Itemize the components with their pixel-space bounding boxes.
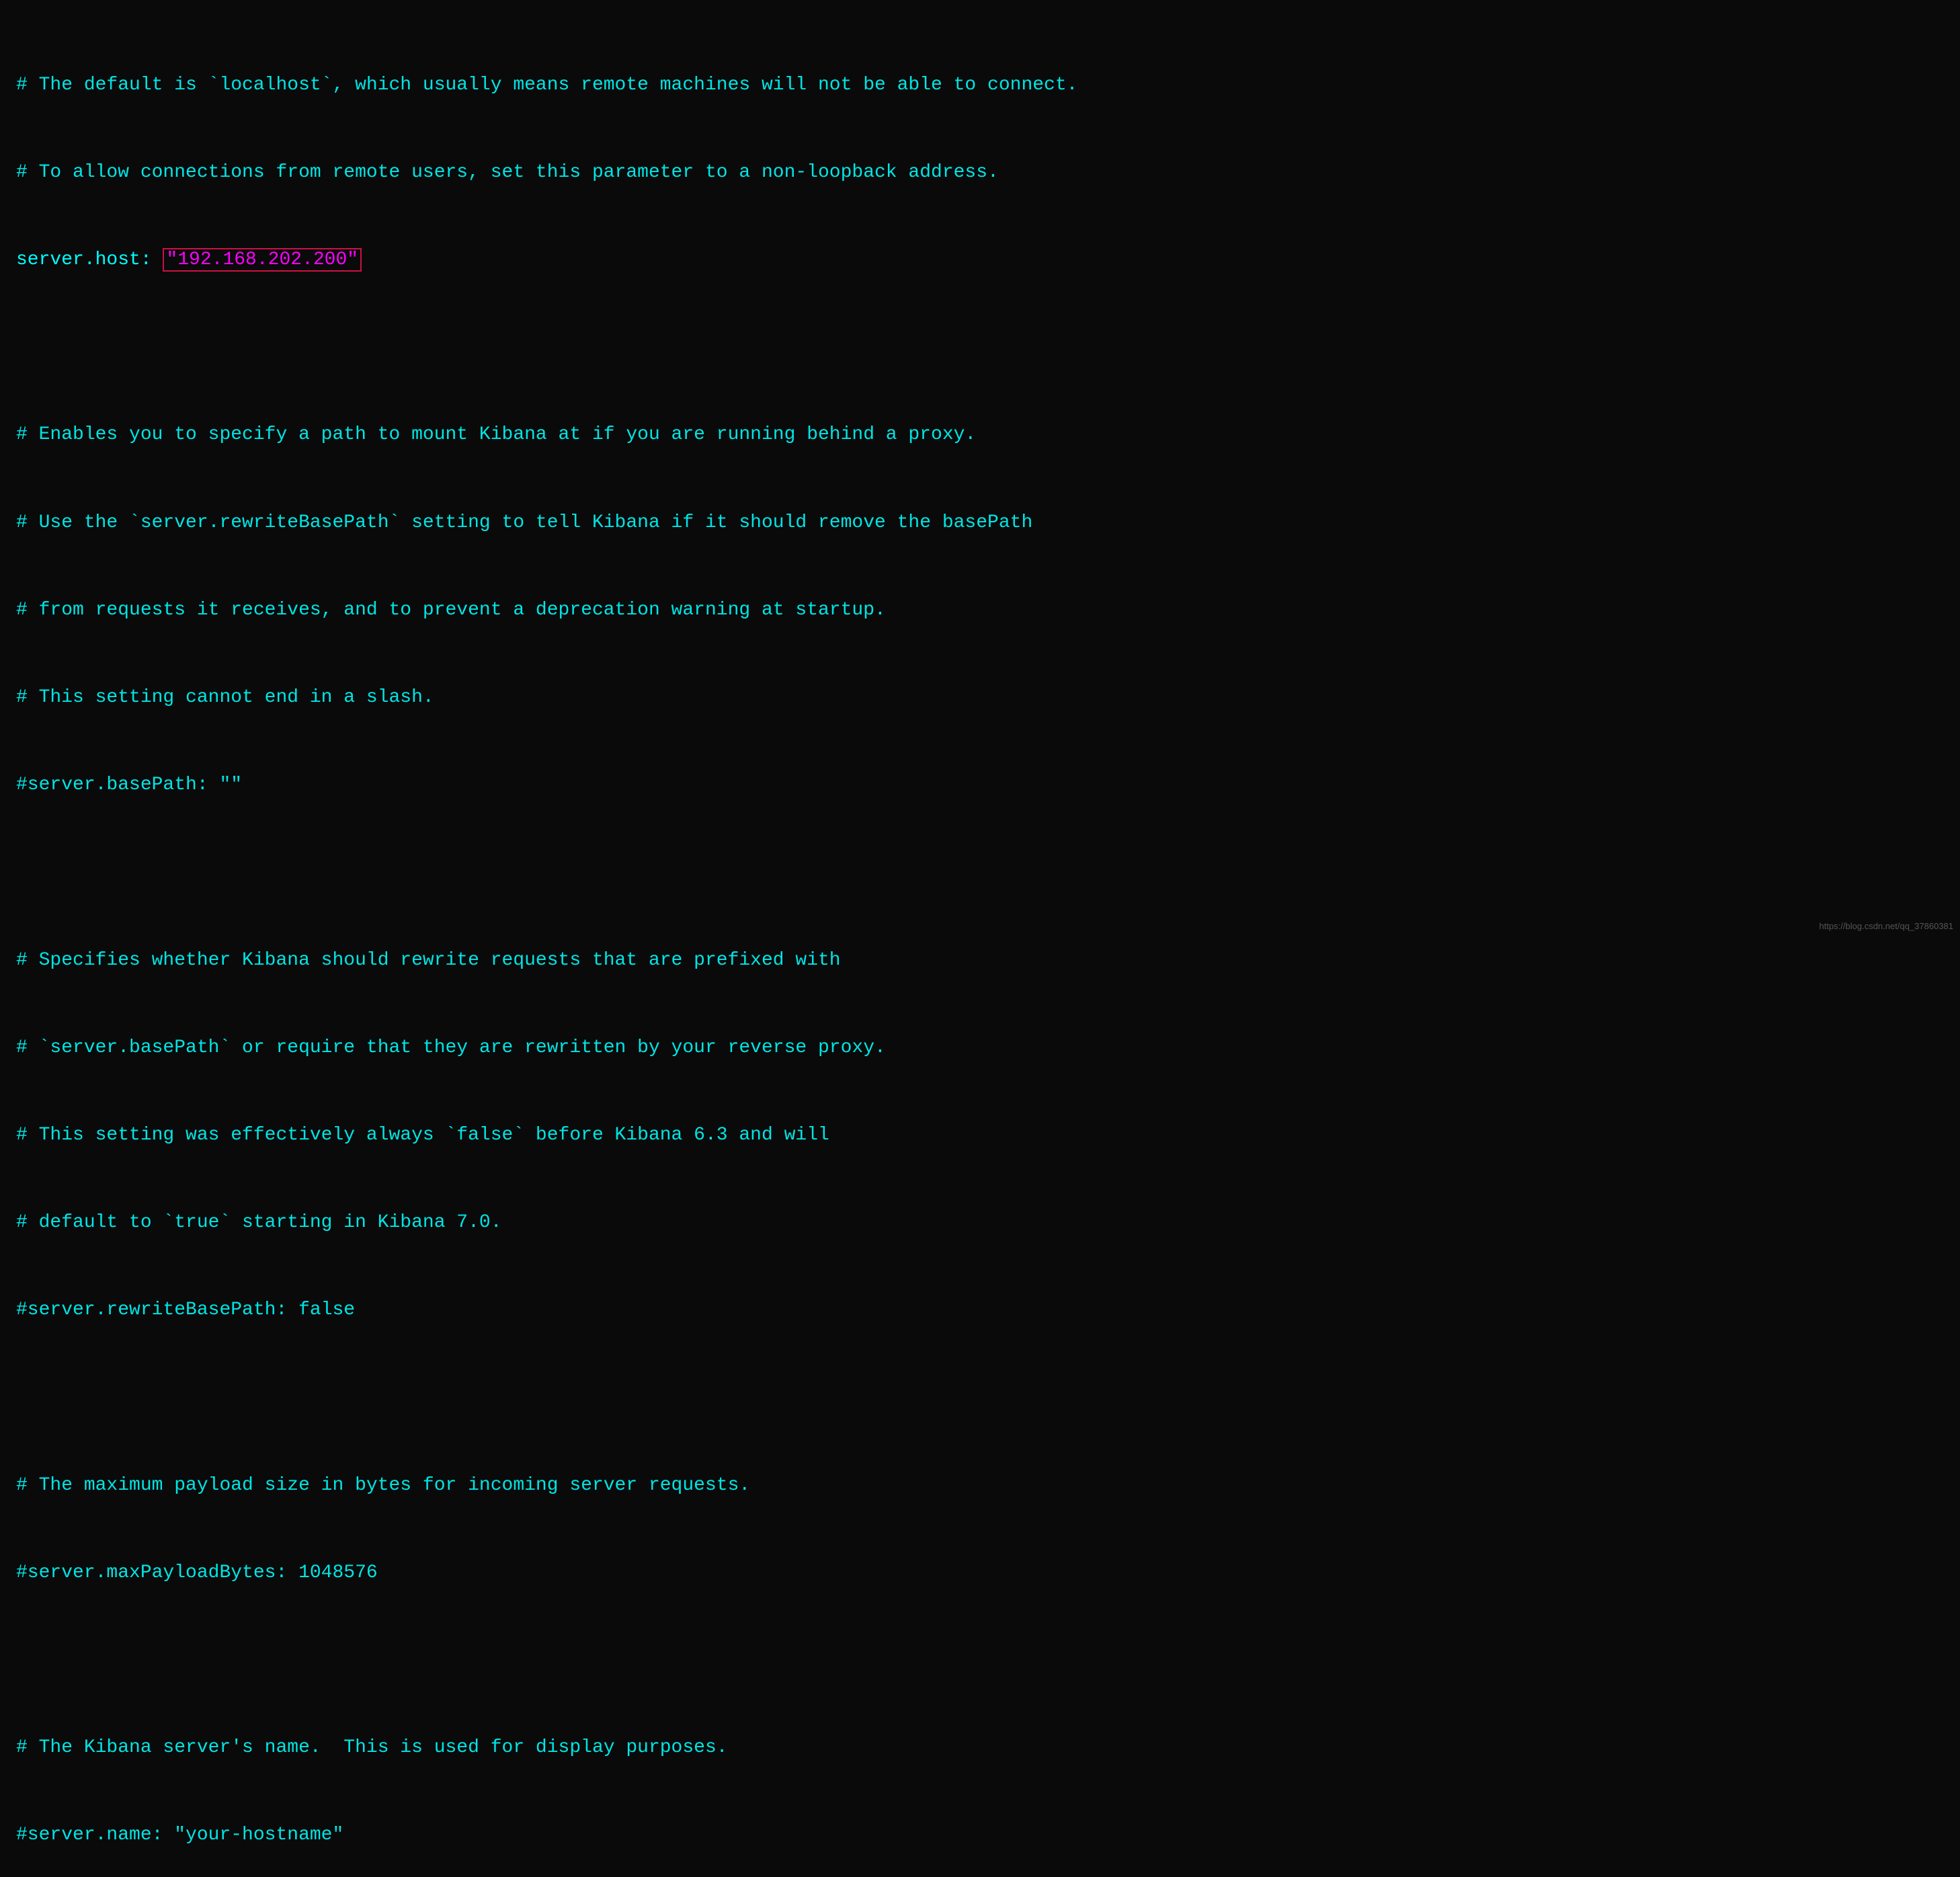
- line-20: # The Kibana server's name. This is used…: [16, 1733, 1944, 1762]
- line-3: server.host: "192.168.202.200": [16, 245, 1944, 274]
- server-host-key: server.host:: [16, 249, 163, 270]
- line-blank-3: [16, 1383, 1944, 1412]
- line-2: # To allow connections from remote users…: [16, 158, 1944, 187]
- line-13: # This setting was effectively always `f…: [16, 1121, 1944, 1150]
- line-9: #server.basePath: "": [16, 770, 1944, 799]
- code-editor: # The default is `localhost`, which usua…: [16, 12, 1944, 1877]
- line-blank-1: [16, 333, 1944, 362]
- line-15: #server.rewriteBasePath: false: [16, 1295, 1944, 1324]
- line-14: # default to `true` starting in Kibana 7…: [16, 1208, 1944, 1237]
- watermark: https://blog.csdn.net/qq_37860381: [1820, 920, 1954, 933]
- line-8: # This setting cannot end in a slash.: [16, 683, 1944, 712]
- line-5: # Enables you to specify a path to mount…: [16, 420, 1944, 449]
- line-1: # The default is `localhost`, which usua…: [16, 71, 1944, 99]
- line-17: # The maximum payload size in bytes for …: [16, 1471, 1944, 1500]
- line-7: # from requests it receives, and to prev…: [16, 596, 1944, 625]
- line-6: # Use the `server.rewriteBasePath` setti…: [16, 508, 1944, 537]
- line-blank-4: [16, 1646, 1944, 1675]
- server-host-value: "192.168.202.200": [163, 248, 362, 272]
- line-12: # `server.basePath` or require that they…: [16, 1033, 1944, 1062]
- line-21: #server.name: "your-hostname": [16, 1821, 1944, 1849]
- line-11: # Specifies whether Kibana should rewrit…: [16, 946, 1944, 975]
- line-18: #server.maxPayloadBytes: 1048576: [16, 1558, 1944, 1587]
- line-blank-2: [16, 858, 1944, 887]
